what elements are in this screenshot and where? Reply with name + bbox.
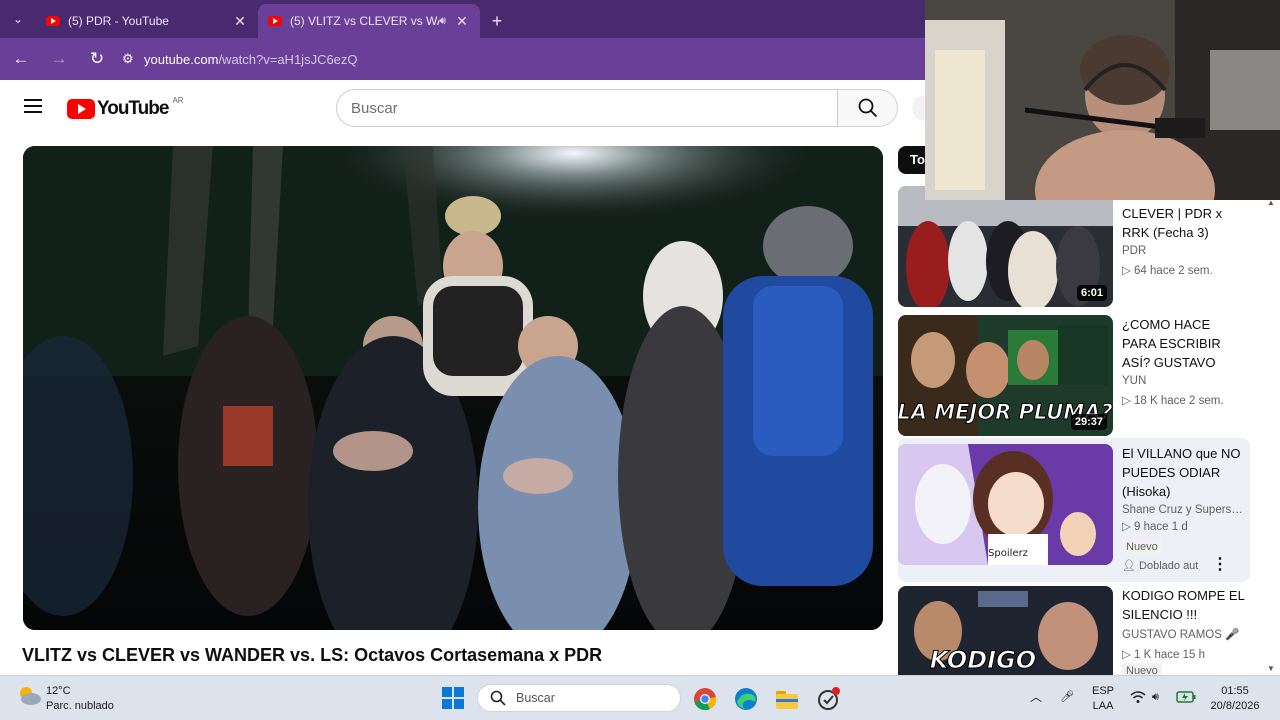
video-title[interactable]: CLEVER | PDR x RRK (Fecha 3) xyxy=(1122,204,1246,242)
video-stats: ▷ 1 K hace 15 h xyxy=(1122,649,1206,661)
youtube-favicon-icon xyxy=(46,16,60,26)
thumbnail-image: Spoilerz xyxy=(898,444,1113,565)
new-badge: Nuevo xyxy=(1122,539,1162,555)
weather-widget[interactable]: 12°C Parc. nublado xyxy=(16,684,114,714)
search-icon xyxy=(490,690,506,706)
new-tab-button[interactable]: + xyxy=(480,4,514,38)
dubbed-icon: 👤︎ xyxy=(1122,560,1136,572)
scroll-down-arrow-icon[interactable]: ▼ xyxy=(1267,664,1275,673)
video-duration: 29:37 xyxy=(1070,414,1107,430)
thumbnail-logo-mark: Spoilerz xyxy=(988,548,1028,559)
video-stats: ▷ 64 hace 2 sem. xyxy=(1122,265,1213,277)
browser-toolbar: ← → ↻ ⚙︎ youtube.com/watch?v=aH1jsJC6ezQ xyxy=(0,38,925,80)
search-button[interactable] xyxy=(838,89,898,127)
forward-button[interactable]: → xyxy=(42,42,76,76)
keyboard-layout: LAA xyxy=(1092,700,1114,712)
video-thumbnail[interactable]: KODIGO xyxy=(898,586,1113,675)
search-input[interactable]: Buscar xyxy=(336,89,838,127)
tab-search-dropdown-icon[interactable]: ⌄ xyxy=(0,0,36,38)
tab-close-icon[interactable]: ✕ xyxy=(232,13,248,30)
tray-overflow-chevron-icon[interactable]: ︿ xyxy=(1030,690,1042,705)
battery-charging-icon[interactable] xyxy=(1176,691,1196,708)
video-title[interactable]: KODIGO ROMPE EL SILENCIO !!! xyxy=(1122,586,1246,624)
channel-name[interactable]: Shane Cruz y Supersta... xyxy=(1122,504,1246,516)
url-host: youtube.com xyxy=(144,51,219,67)
site-settings-icon[interactable]: ⚙︎ xyxy=(122,51,144,67)
edge-icon[interactable] xyxy=(733,686,759,712)
country-code: AR xyxy=(172,95,184,105)
thumbnail-image: KODIGO xyxy=(898,586,1113,675)
tab-title: (5) PDR - YouTube xyxy=(68,14,169,28)
more-options-icon[interactable]: ⋮ xyxy=(1212,554,1228,574)
browser-tab-strip: ⌄ (5) PDR - YouTube ✕ (5) VLITZ vs CLEVE… xyxy=(0,0,925,38)
taskbar-search-input[interactable]: Buscar xyxy=(477,684,681,712)
weather-temperature: 12°C xyxy=(46,685,71,697)
windows-taskbar: 12°C Parc. nublado Buscar ︿ 🎤︎ ESP LAA 🔊… xyxy=(0,675,1280,720)
youtube-logo[interactable]: YouTube AR xyxy=(67,95,184,120)
clock-date: 20/8/2026 xyxy=(1210,700,1260,712)
clock[interactable]: 01:55 20/8/2026 xyxy=(1200,684,1270,714)
channel-name[interactable]: PDR xyxy=(1122,245,1246,257)
cloudy-weather-icon xyxy=(16,684,42,706)
reload-button[interactable]: ↻ xyxy=(80,42,114,76)
recommendation-item[interactable]: Spoilerz El VILLANO que NO PUEDES ODIAR … xyxy=(898,438,1250,582)
video-player[interactable] xyxy=(23,146,883,630)
video-stats: ▷ 18 K hace 2 sem. xyxy=(1122,395,1224,407)
wifi-icon[interactable] xyxy=(1130,690,1146,709)
channel-name[interactable]: YUN xyxy=(1122,375,1246,387)
thumbnail-overlay-text: KODIGO xyxy=(930,646,1036,674)
browser-tab-video[interactable]: (5) VLITZ vs CLEVER vs WAN 🔊︎ ✕ xyxy=(258,4,480,38)
voice-search-button[interactable] xyxy=(912,95,926,121)
volume-icon[interactable]: 🔊︎ xyxy=(1152,690,1159,705)
chrome-icon[interactable] xyxy=(692,686,718,712)
browser-tab-pdr[interactable]: (5) PDR - YouTube ✕ xyxy=(36,4,258,38)
menu-icon[interactable] xyxy=(24,99,42,113)
recommendation-item[interactable]: LA MEJOR PLUMA? 29:37 ¿COMO HACE PARA ES… xyxy=(898,315,1250,436)
audio-playing-icon[interactable]: 🔊︎ xyxy=(439,15,446,28)
youtube-favicon-icon xyxy=(268,16,282,26)
language-indicator[interactable]: ESP LAA xyxy=(1092,684,1114,714)
taskbar-search-placeholder: Buscar xyxy=(516,691,555,705)
video-thumbnail[interactable]: 6:01 xyxy=(898,186,1113,307)
video-title: VLITZ vs CLEVER vs WANDER vs. LS: Octavo… xyxy=(22,645,603,665)
video-thumbnail[interactable]: LA MEJOR PLUMA? 29:37 xyxy=(898,315,1113,436)
dubbed-text: Doblado aut xyxy=(1139,560,1199,572)
video-title[interactable]: El VILLANO que NO PUEDES ODIAR (Hisoka) xyxy=(1122,444,1246,501)
video-title[interactable]: ¿COMO HACE PARA ESCRIBIR ASÍ? GUSTAVO RA… xyxy=(1122,315,1246,372)
back-button[interactable]: ← xyxy=(4,42,38,76)
youtube-header: YouTube AR Buscar xyxy=(0,80,926,136)
microphone-icon[interactable]: 🎤︎ xyxy=(1060,690,1074,705)
file-explorer-icon[interactable] xyxy=(774,686,800,712)
app-badge-icon[interactable] xyxy=(815,686,841,712)
video-frame xyxy=(23,146,883,630)
language-code: ESP xyxy=(1092,685,1115,697)
video-thumbnail[interactable]: Spoilerz xyxy=(898,444,1113,565)
recommendation-item[interactable]: 6:01 CLEVER | PDR x RRK (Fecha 3) PDR ▷ … xyxy=(898,186,1250,307)
youtube-play-icon xyxy=(67,99,95,119)
video-stats: ▷ 9 hace 1 d xyxy=(1122,521,1188,533)
webcam-image xyxy=(925,0,1280,200)
new-badge: Nuevo xyxy=(1122,663,1162,675)
address-bar[interactable]: ⚙︎ youtube.com/watch?v=aH1jsJC6ezQ xyxy=(122,43,915,75)
search-icon xyxy=(858,98,877,118)
windows-start-icon[interactable] xyxy=(441,686,467,712)
clock-time: 01:55 xyxy=(1221,685,1249,697)
url-path: /watch?v=aH1jsJC6ezQ xyxy=(218,51,358,67)
video-duration: 6:01 xyxy=(1076,285,1107,301)
youtube-wordmark: YouTube xyxy=(97,98,169,119)
recommendation-item[interactable]: KODIGO KODIGO ROMPE EL SILENCIO !!! GUST… xyxy=(898,586,1250,675)
webcam-overlay xyxy=(925,0,1280,200)
tab-title: (5) VLITZ vs CLEVER vs WAN xyxy=(290,14,440,28)
channel-name[interactable]: GUSTAVO RAMOS 🎤 xyxy=(1122,627,1246,641)
weather-description: Parc. nublado xyxy=(46,700,114,712)
tab-close-icon[interactable]: ✕ xyxy=(454,13,470,30)
